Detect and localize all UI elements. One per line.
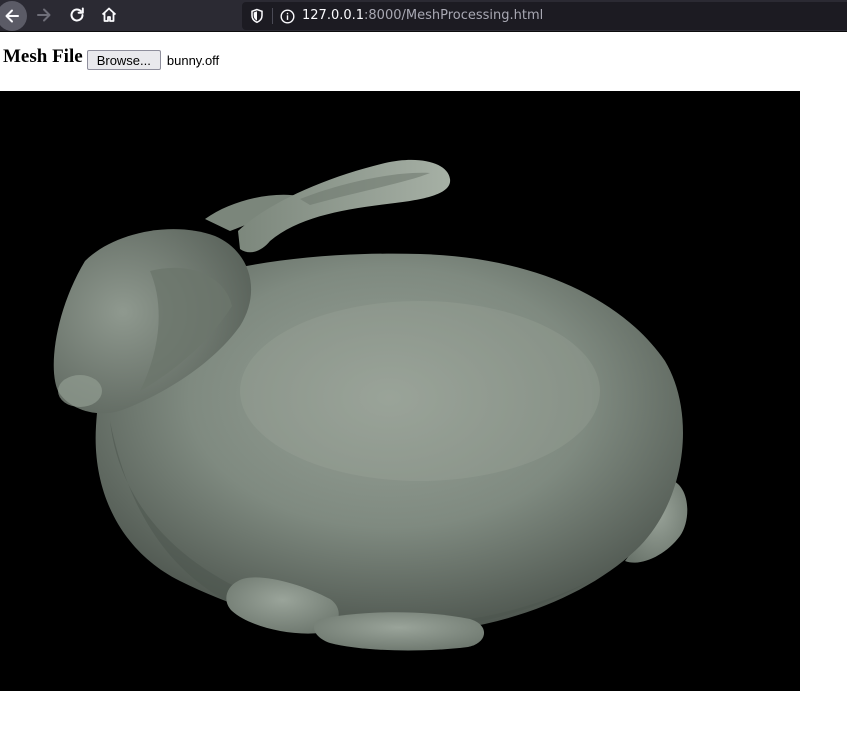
reload-button[interactable] (63, 0, 91, 30)
mesh-file-row: Mesh File Browse... bunny.off (3, 46, 220, 73)
selected-file-name: bunny.off (166, 52, 220, 68)
tracking-protection-button[interactable] (246, 2, 268, 30)
bunny-body-highlight (240, 301, 600, 481)
home-button[interactable] (95, 0, 123, 30)
url-separator (272, 8, 273, 24)
page-content: Mesh File Browse... bunny.off (0, 33, 847, 729)
site-info-button[interactable] (276, 2, 298, 30)
url-text[interactable]: 127.0.0.1:8000/MeshProcessing.html (302, 2, 543, 30)
bunny-hind-foot (314, 612, 485, 651)
mesh-file-label: Mesh File (3, 46, 83, 67)
back-button[interactable] (0, 1, 27, 31)
mesh-render-canvas[interactable] (0, 91, 800, 691)
bunny-mesh-render (53, 159, 688, 651)
url-path: :8000/MeshProcessing.html (364, 8, 544, 23)
url-host: 127.0.0.1 (302, 8, 365, 23)
info-icon (279, 8, 295, 24)
browse-button[interactable]: Browse... (86, 50, 161, 70)
url-bar[interactable]: 127.0.0.1:8000/MeshProcessing.html (242, 2, 847, 30)
shield-icon (251, 8, 263, 24)
home-icon (101, 7, 117, 22)
forward-button[interactable] (30, 0, 58, 30)
browser-toolbar: 127.0.0.1:8000/MeshProcessing.html (0, 0, 847, 32)
bunny-nose (58, 375, 102, 407)
reload-icon (70, 7, 84, 22)
back-arrow-icon (5, 9, 19, 23)
forward-arrow-icon (37, 8, 51, 22)
